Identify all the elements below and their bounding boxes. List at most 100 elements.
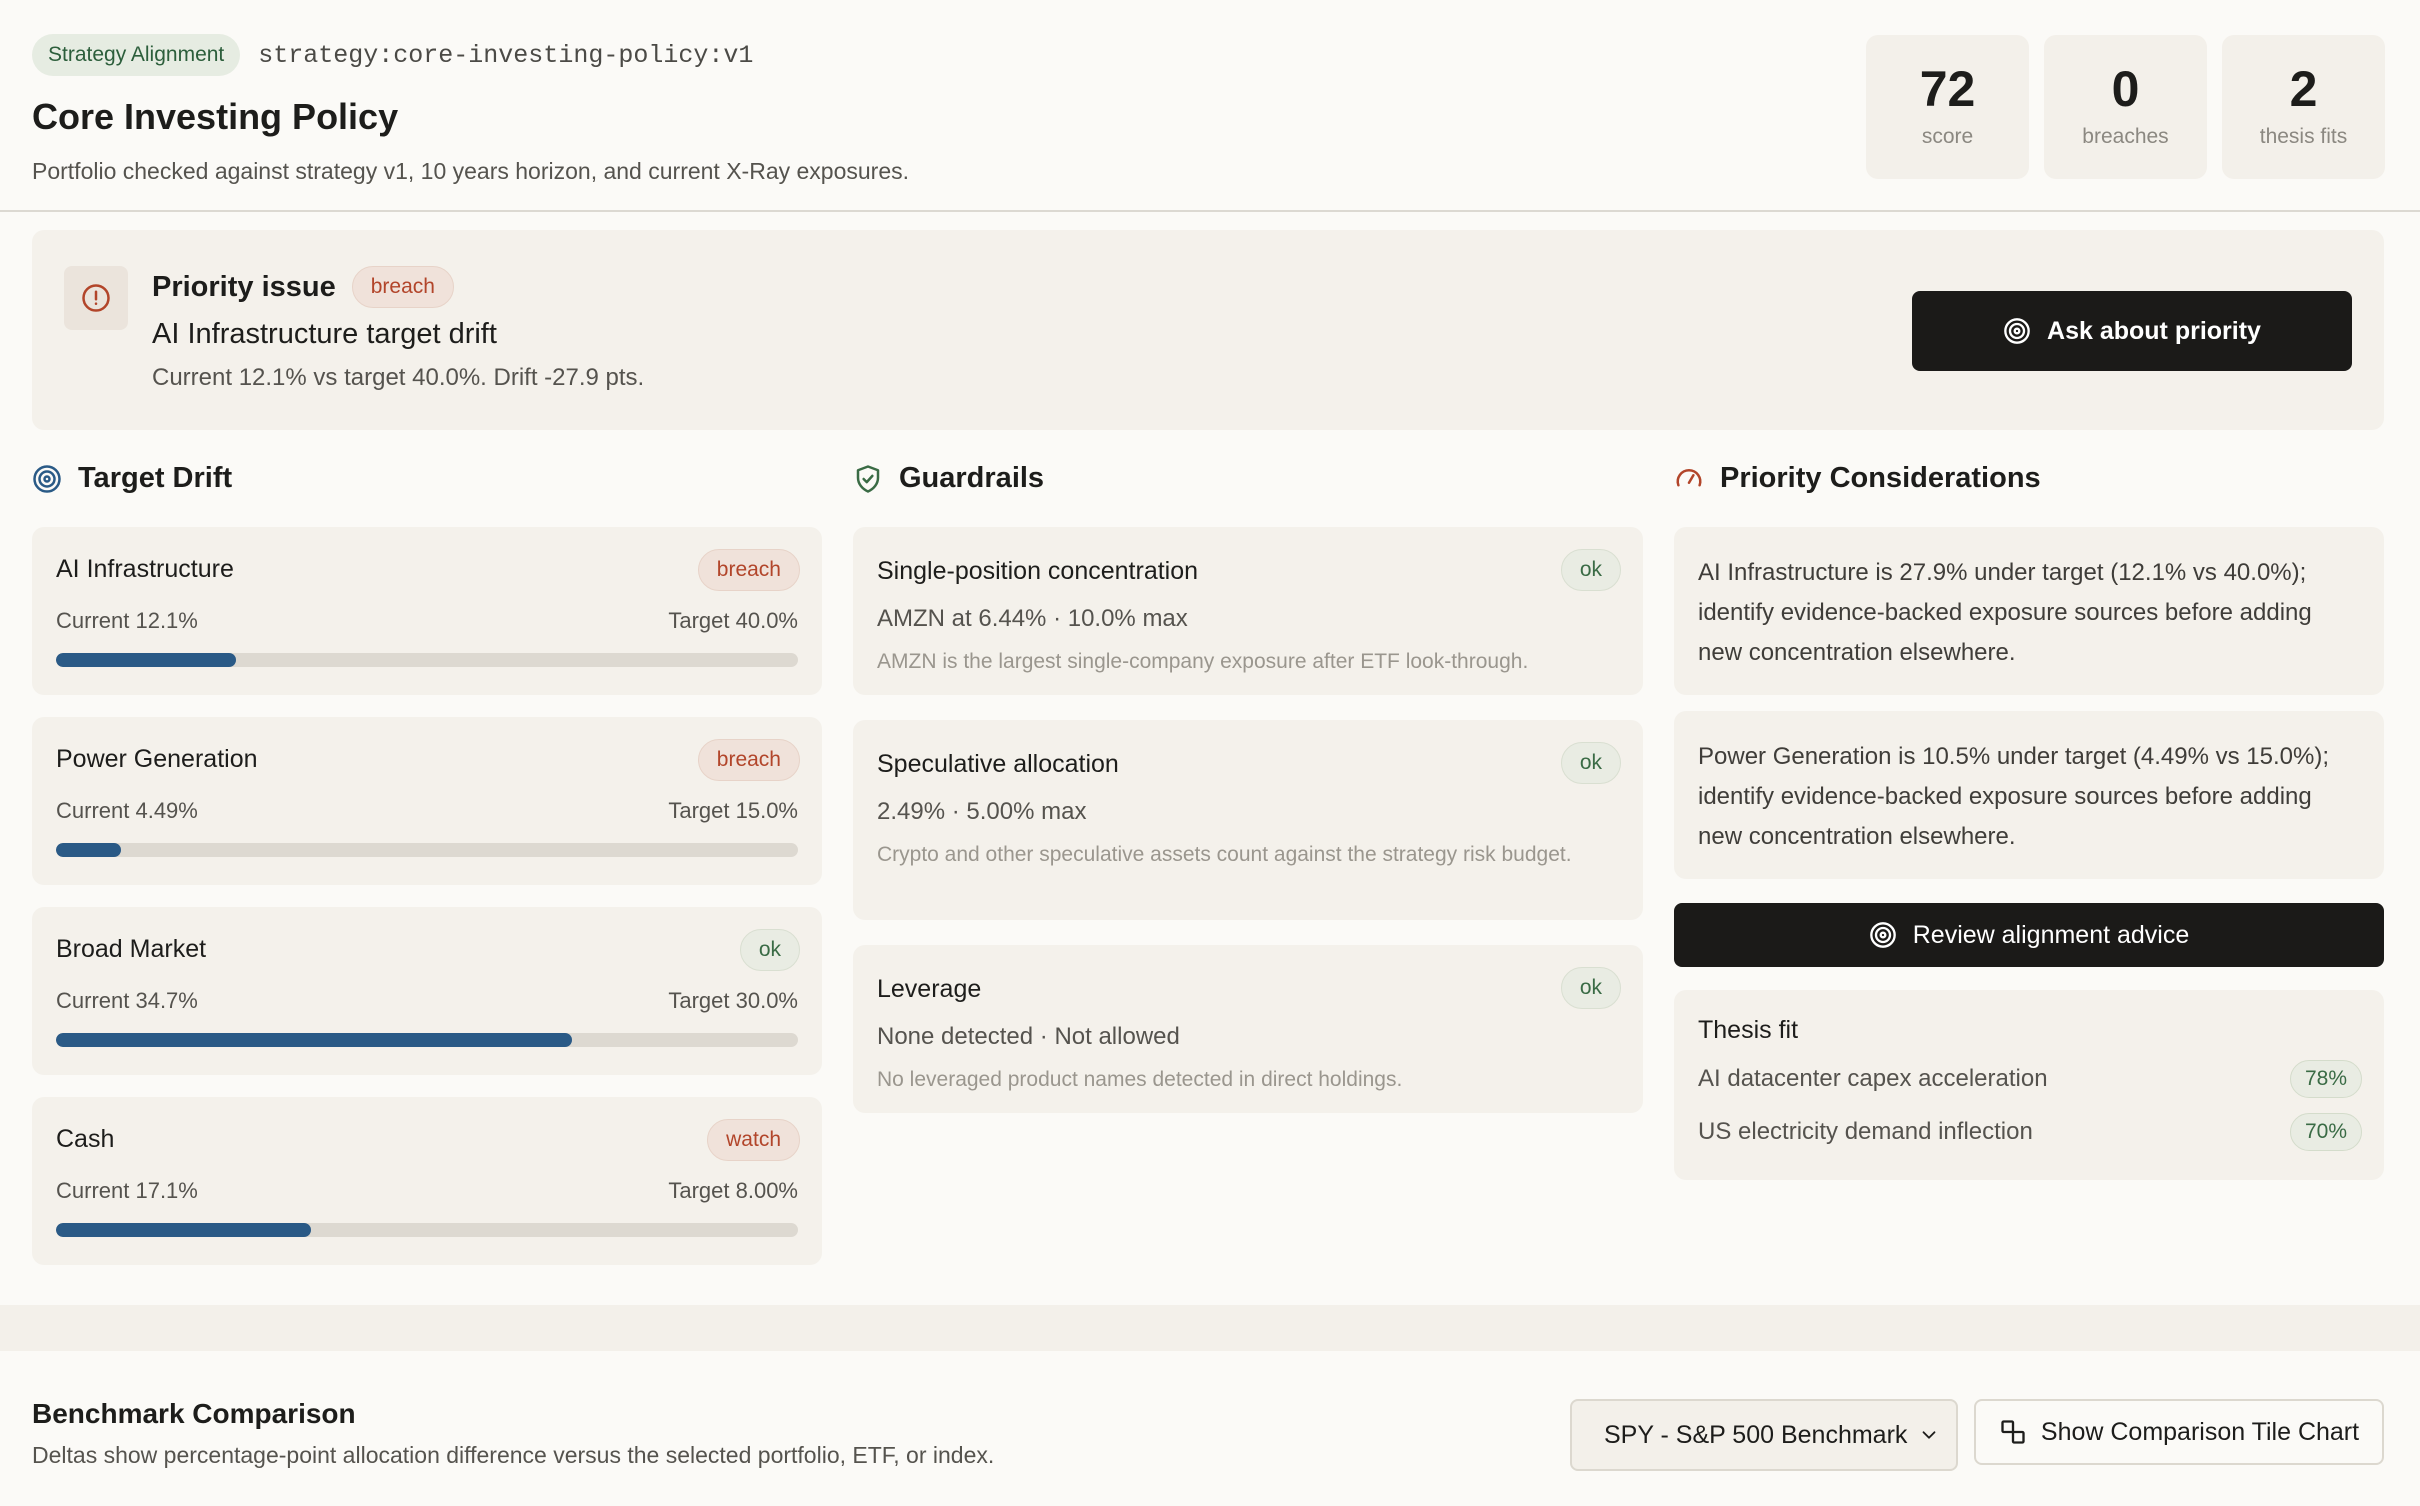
stat-breaches: 0 breaches	[2044, 35, 2207, 179]
priority-detail: Current 12.1% vs target 40.0%. Drift -27…	[152, 364, 645, 391]
guardrail-title: Single-position concentration	[877, 557, 1199, 585]
compare-icon	[2001, 1420, 2025, 1444]
progress-track	[56, 653, 798, 667]
gauge-icon	[1676, 468, 1702, 486]
priority-headline: AI Infrastructure target drift	[152, 318, 497, 350]
priority-issue-card: Priority issue breach AI Infrastructure …	[32, 230, 2384, 430]
thesis-pct-badge: 78%	[2289, 1060, 2362, 1098]
review-alignment-advice-button[interactable]: Review alignment advice	[1674, 903, 2384, 967]
benchmark-select[interactable]: SPY - S&P 500 Benchmark	[1570, 1399, 1958, 1471]
button-label: Ask about priority	[2047, 316, 2261, 345]
stat-label: thesis fits	[2259, 125, 2348, 148]
stat-value: 0	[2111, 61, 2140, 117]
drift-card-ai-infrastructure: AI Infrastructure breach Current 12.1% T…	[32, 527, 822, 695]
target-icon	[1869, 922, 1896, 948]
drift-name: Power Generation	[56, 745, 258, 773]
progress-track	[56, 1223, 798, 1237]
stat-score: 72 score	[1866, 35, 2029, 179]
guardrail-value: 2.49% · 5.00% max	[877, 798, 1087, 825]
progress-track	[56, 843, 798, 857]
page-subtitle: Portfolio checked against strategy v1, 1…	[32, 158, 910, 184]
current-value: Current 12.1%	[56, 608, 198, 633]
progress-fill	[56, 843, 122, 857]
show-comparison-tile-chart-button[interactable]: Show Comparison Tile Chart	[1974, 1399, 2384, 1465]
target-value: Target 15.0%	[668, 798, 798, 823]
progress-fill	[56, 1223, 311, 1237]
priority-title-row: Priority issue breach	[152, 266, 454, 308]
guardrail-note: Crypto and other speculative assets coun…	[877, 843, 1572, 866]
section-divider-band	[0, 1305, 2420, 1351]
thesis-row: AI datacenter capex acceleration 78%	[1698, 1060, 2362, 1098]
thesis-fit-card: Thesis fit AI datacenter capex accelerat…	[1674, 990, 2384, 1180]
stat-label: score	[1921, 125, 1974, 148]
alert-circle-icon	[64, 266, 128, 330]
guardrail-leverage: Leverage ok None detected · Not allowed …	[853, 945, 1643, 1113]
consideration-card: AI Infrastructure is 27.9% under target …	[1674, 527, 2384, 695]
stat-value: 72	[1919, 61, 1976, 117]
thesis-pct-badge: 70%	[2289, 1113, 2362, 1151]
section-title: Priority Considerations	[1720, 462, 2041, 494]
target-value: Target 8.00%	[668, 1178, 798, 1203]
thesis-label: AI datacenter capex acceleration	[1698, 1065, 2048, 1092]
guardrail-value: AMZN at 6.44% · 10.0% max	[877, 605, 1188, 632]
drift-name: Cash	[56, 1125, 115, 1153]
strategy-id: strategy:core-investing-policy:v1	[258, 40, 754, 70]
priority-considerations-heading: Priority Considerations	[1674, 462, 2041, 495]
button-label: Review alignment advice	[1912, 920, 2190, 949]
guardrails-heading: Guardrails	[853, 462, 1044, 495]
target-drift-heading: Target Drift	[32, 462, 232, 495]
header-badge-row: Strategy Alignment strategy:core-investi…	[32, 34, 753, 76]
status-badge: breach	[697, 549, 800, 591]
status-badge: ok	[1560, 967, 1621, 1009]
section-title: Target Drift	[78, 462, 233, 494]
drift-card-cash: Cash watch Current 17.1% Target 8.00%	[32, 1097, 822, 1265]
status-badge: watch	[707, 1119, 800, 1161]
drift-card-power-generation: Power Generation breach Current 4.49% Ta…	[32, 717, 822, 885]
strategy-alignment-badge: Strategy Alignment	[32, 34, 241, 76]
stat-thesis-fits: 2 thesis fits	[2222, 35, 2385, 179]
guardrail-speculative: Speculative allocation ok 2.49% · 5.00% …	[853, 720, 1643, 920]
guardrail-title: Leverage	[877, 975, 982, 1003]
current-value: Current 17.1%	[56, 1178, 198, 1203]
target-icon	[2004, 318, 2030, 344]
status-badge: ok	[1560, 549, 1621, 591]
section-title: Guardrails	[899, 462, 1045, 494]
consideration-card: Power Generation is 10.5% under target (…	[1674, 711, 2384, 879]
status-badge: ok	[1560, 742, 1621, 784]
progress-fill	[56, 653, 237, 667]
thesis-fit-title: Thesis fit	[1698, 1016, 1799, 1044]
current-value: Current 34.7%	[56, 988, 198, 1013]
chevron-down-icon	[1922, 1431, 1936, 1439]
drift-name: Broad Market	[56, 935, 207, 963]
progress-fill	[56, 1033, 572, 1047]
status-badge: breach	[351, 266, 454, 308]
guardrail-value: None detected · Not allowed	[877, 1023, 1180, 1050]
guardrail-note: AMZN is the largest single-company expos…	[877, 650, 1529, 673]
drift-name: AI Infrastructure	[56, 555, 234, 583]
benchmark-subtitle: Deltas show percentage-point allocation …	[32, 1442, 995, 1468]
ask-about-priority-button[interactable]: Ask about priority	[1912, 291, 2352, 371]
priority-title: Priority issue	[152, 270, 336, 303]
target-value: Target 40.0%	[668, 608, 798, 633]
thesis-label: US electricity demand inflection	[1698, 1118, 2033, 1145]
status-badge: breach	[697, 739, 800, 781]
benchmark-section: Benchmark Comparison Deltas show percent…	[0, 1351, 2420, 1506]
benchmark-title: Benchmark Comparison	[32, 1398, 356, 1429]
stat-value: 2	[2289, 61, 2318, 117]
progress-track	[56, 1033, 798, 1047]
thesis-row: US electricity demand inflection 70%	[1698, 1113, 2362, 1151]
guardrail-title: Speculative allocation	[877, 750, 1119, 778]
status-badge: ok	[739, 929, 800, 971]
header: Strategy Alignment strategy:core-investi…	[0, 0, 2420, 212]
guardrail-single-position: Single-position concentration ok AMZN at…	[853, 527, 1643, 695]
guardrail-note: No leveraged product names detected in d…	[877, 1068, 1403, 1091]
target-value: Target 30.0%	[668, 988, 798, 1013]
benchmark-selected-value: SPY - S&P 500 Benchmark	[1604, 1420, 1908, 1449]
button-label: Show Comparison Tile Chart	[2040, 1417, 2360, 1446]
page-title: Core Investing Policy	[32, 96, 399, 137]
shield-check-icon	[856, 464, 880, 493]
current-value: Current 4.49%	[56, 798, 198, 823]
stat-label: breaches	[2082, 125, 2169, 148]
target-icon	[33, 464, 61, 493]
drift-card-broad-market: Broad Market ok Current 34.7% Target 30.…	[32, 907, 822, 1075]
